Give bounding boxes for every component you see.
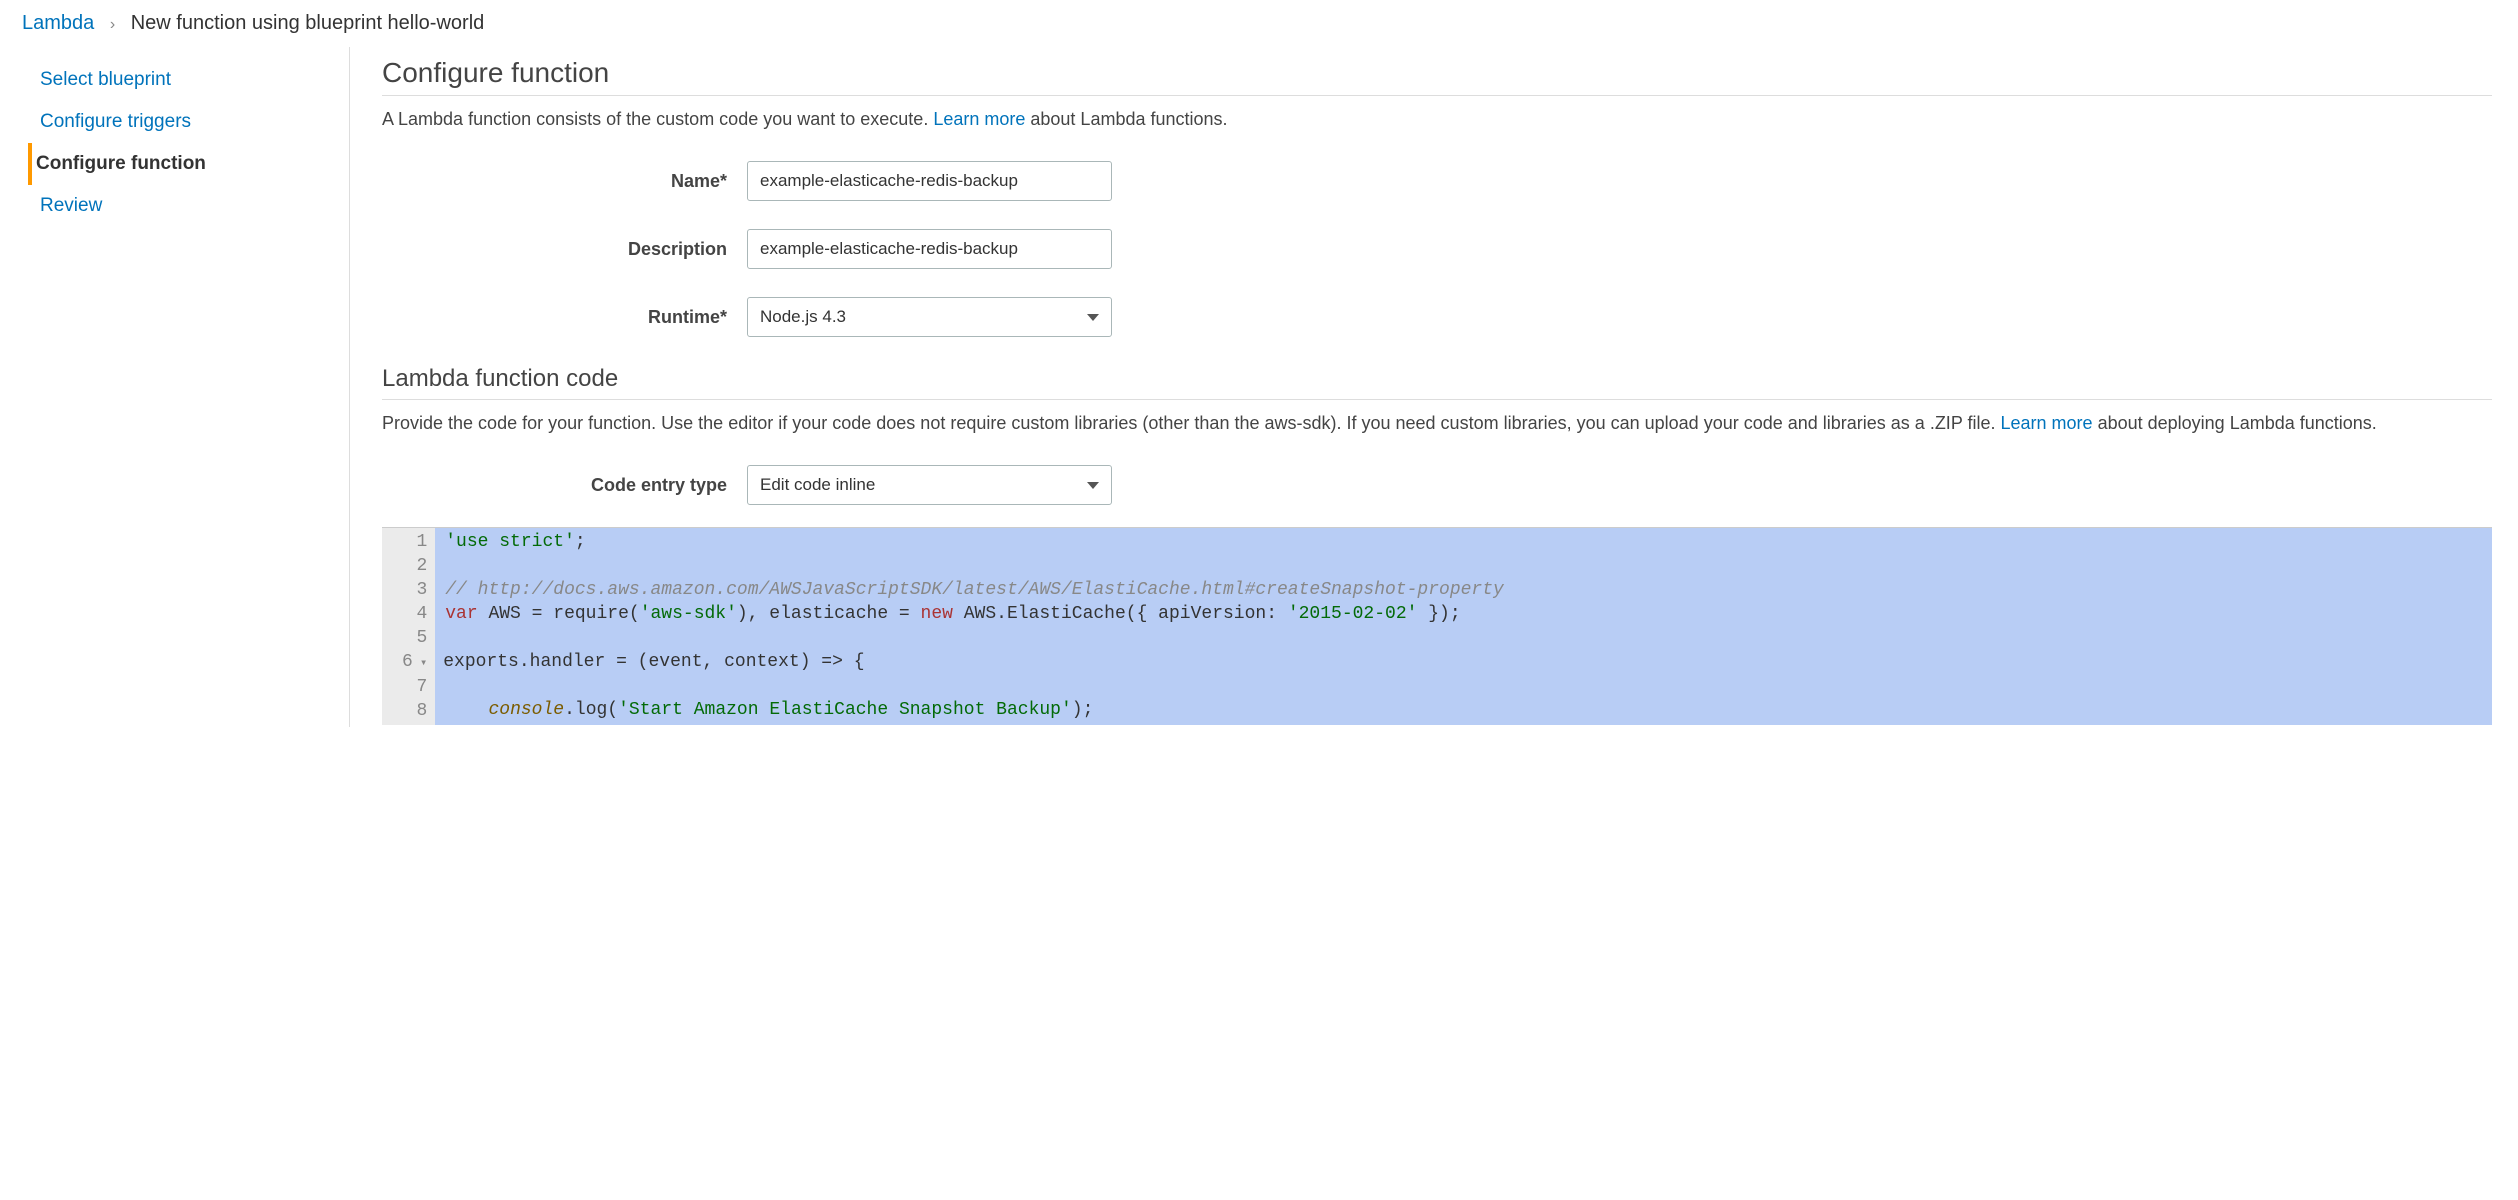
runtime-selected-value: Node.js 4.3: [760, 307, 846, 327]
divider: [382, 399, 2492, 400]
caret-down-icon: [1087, 314, 1099, 321]
breadcrumb: Lambda › New function using blueprint he…: [0, 0, 2518, 47]
description-input[interactable]: [747, 229, 1112, 269]
description-label: Description: [382, 239, 747, 260]
breadcrumb-separator-icon: ›: [110, 16, 115, 33]
wizard-sidebar: Select blueprint Configure triggers Conf…: [0, 47, 350, 727]
code-area[interactable]: 'use strict'; // http://docs.aws.amazon.…: [435, 528, 2492, 725]
intro-text-suffix: about Lambda functions.: [1025, 109, 1227, 129]
code-entry-type-select[interactable]: Edit code inline: [747, 465, 1112, 505]
code-editor[interactable]: 123456 ▾78 'use strict'; // http://docs.…: [382, 527, 2492, 725]
sidebar-item-configure-triggers[interactable]: Configure triggers: [28, 101, 349, 143]
runtime-label: Runtime*: [382, 307, 747, 328]
sidebar-item-select-blueprint[interactable]: Select blueprint: [28, 59, 349, 101]
sidebar-item-review[interactable]: Review: [28, 185, 349, 227]
code-intro-text: Provide the code for your function. Use …: [382, 413, 2001, 433]
code-intro-suffix: about deploying Lambda functions.: [2093, 413, 2377, 433]
name-label: Name*: [382, 171, 747, 192]
lambda-code-intro: Provide the code for your function. Use …: [382, 410, 2492, 437]
code-entry-selected-value: Edit code inline: [760, 475, 875, 495]
lambda-code-title: Lambda function code: [382, 365, 2492, 393]
configure-function-intro: A Lambda function consists of the custom…: [382, 106, 2492, 133]
divider: [382, 95, 2492, 96]
code-entry-type-label: Code entry type: [382, 475, 747, 496]
learn-more-link[interactable]: Learn more: [933, 109, 1025, 129]
breadcrumb-current: New function using blueprint hello-world: [131, 12, 485, 34]
runtime-select[interactable]: Node.js 4.3: [747, 297, 1112, 337]
name-input[interactable]: [747, 161, 1112, 201]
intro-text: A Lambda function consists of the custom…: [382, 109, 933, 129]
learn-more-deploy-link[interactable]: Learn more: [2001, 413, 2093, 433]
configure-function-title: Configure function: [382, 57, 2492, 89]
main-content: Configure function A Lambda function con…: [350, 47, 2518, 727]
sidebar-item-configure-function[interactable]: Configure function: [28, 143, 349, 185]
breadcrumb-root-link[interactable]: Lambda: [22, 12, 94, 34]
caret-down-icon: [1087, 482, 1099, 489]
code-gutter: 123456 ▾78: [382, 528, 435, 725]
